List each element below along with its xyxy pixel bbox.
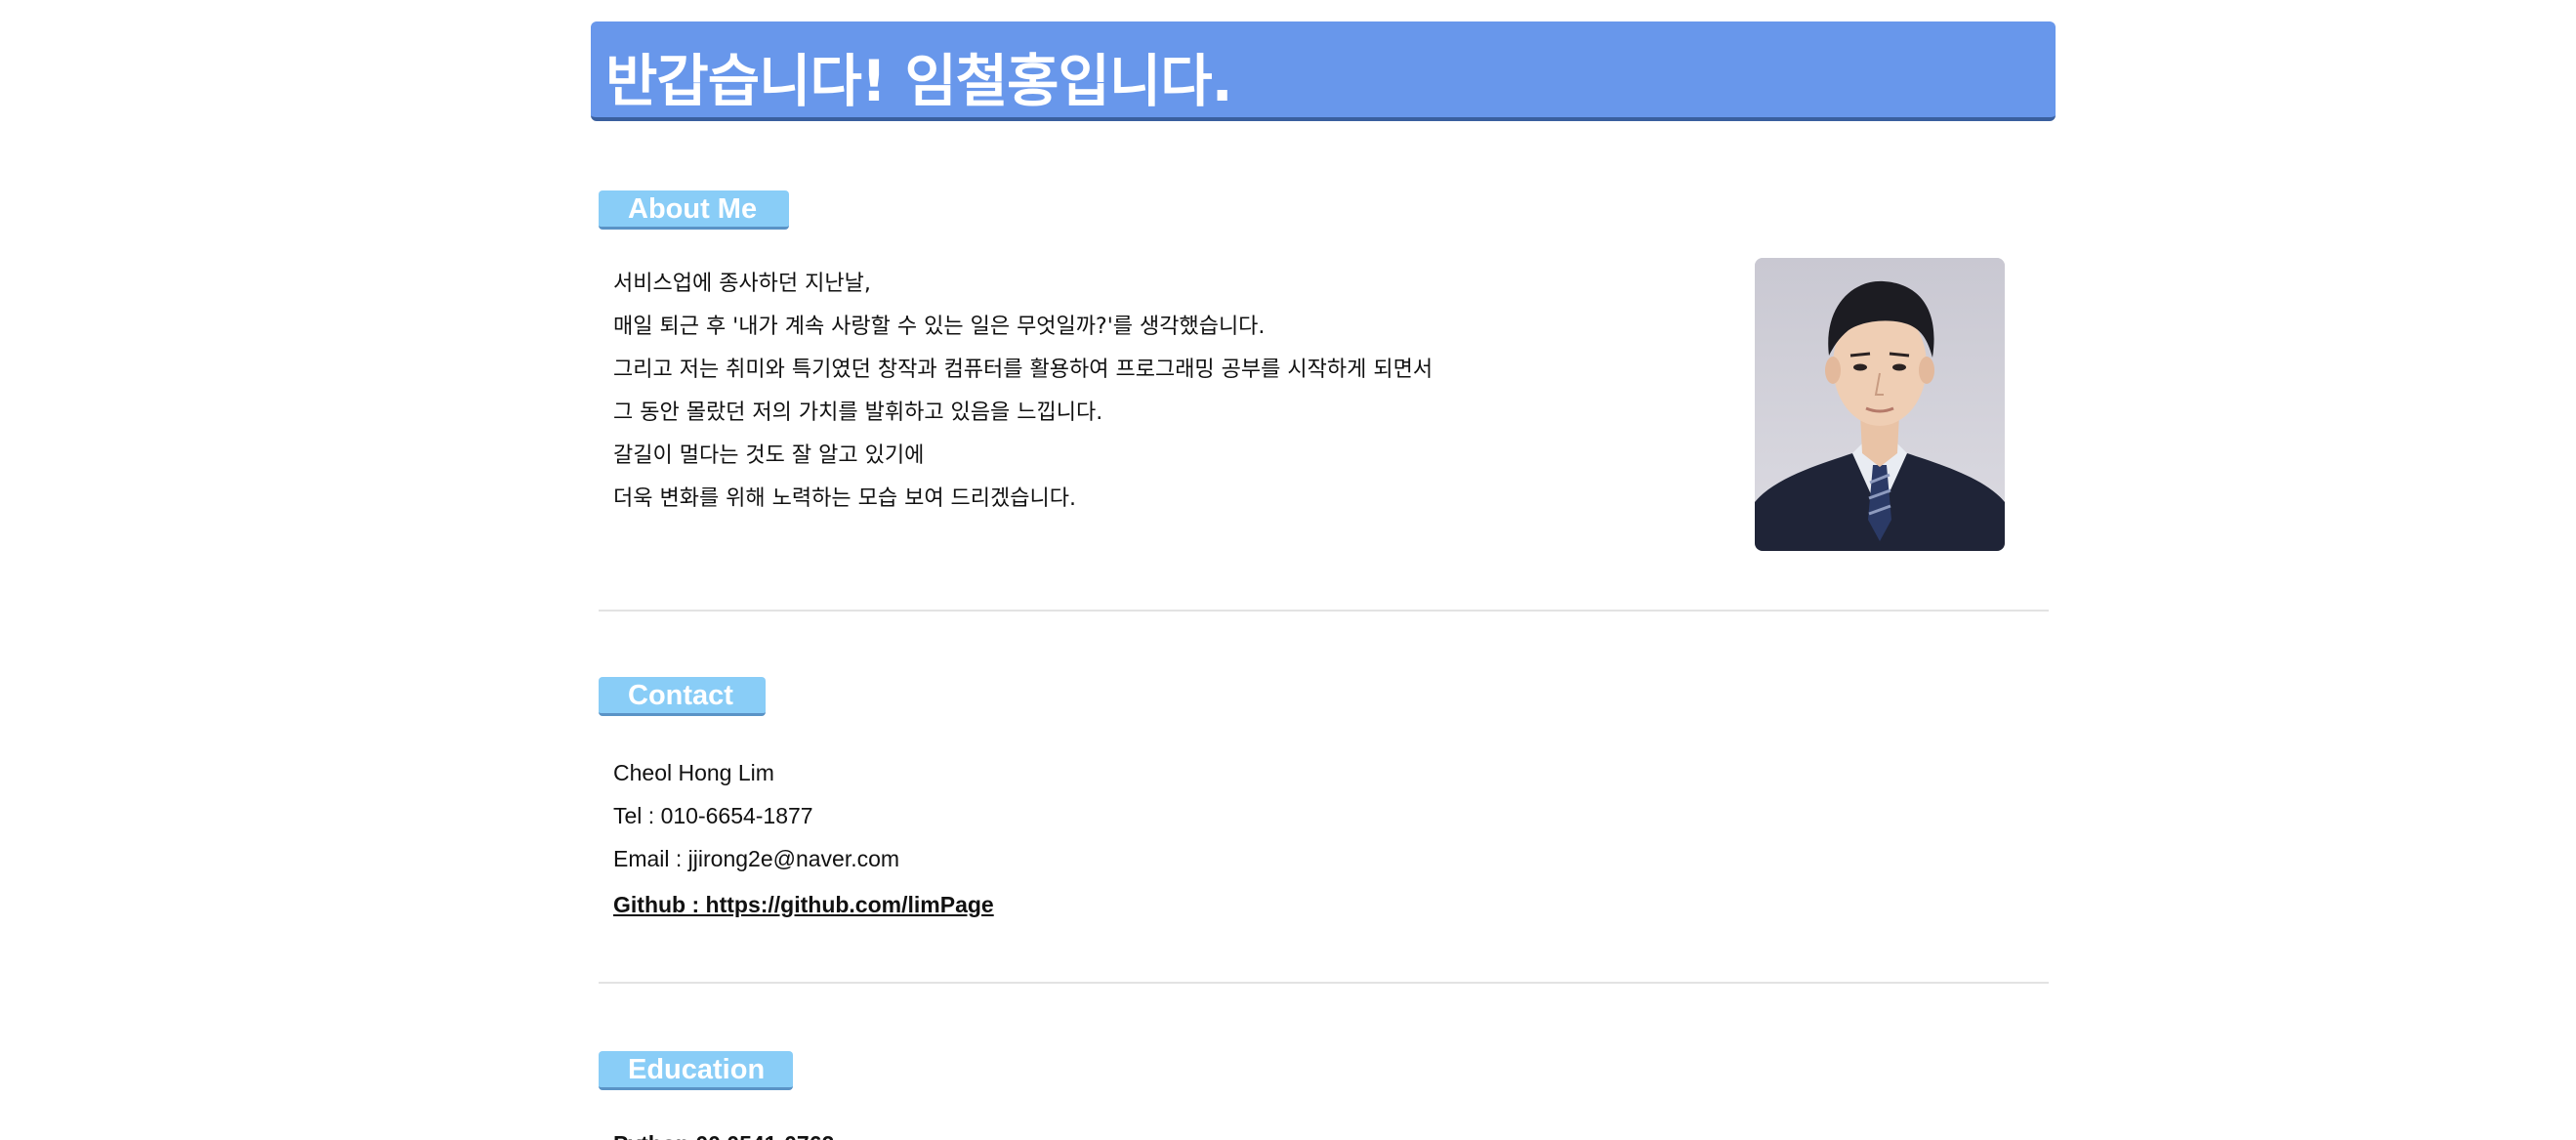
contact-info: Cheol Hong Lim Tel : 010-6654-1877 Email… — [613, 757, 1785, 918]
education-heading: Education — [599, 1051, 793, 1090]
contact-email: Email : jjirong2e@naver.com — [613, 846, 900, 871]
about-line: 서비스업에 종사하던 지난날, — [613, 272, 871, 296]
about-me-text: 서비스업에 종사하던 지난날, 매일 퇴근 후 '내가 계속 사랑할 수 있는 … — [613, 269, 1736, 527]
about-line: 갈길이 멀다는 것도 잘 알고 있기에 — [613, 443, 925, 468]
contact-tel: Tel : 010-6654-1877 — [613, 803, 813, 828]
about-me-heading: About Me — [599, 190, 789, 230]
education-item: Python 00.0541-0762 — [613, 1131, 834, 1140]
contact-name: Cheol Hong Lim — [613, 760, 774, 785]
resume-page: 반갑습니다! 임철홍입니다. About Me 서비스업에 종사하던 지난날, … — [0, 0, 2576, 1140]
github-link[interactable]: Github : https://github.com/limPage — [613, 892, 994, 918]
profile-photo — [1755, 258, 2005, 551]
about-line: 더욱 변화를 위해 노력하는 모습 보여 드리겠습니다. — [613, 486, 1076, 511]
section-divider — [599, 610, 2049, 612]
about-line: 그리고 저는 취미와 특기였던 창작과 컴퓨터를 활용하여 프로그래밍 공부를 … — [613, 358, 1433, 382]
page-header: 반갑습니다! 임철홍입니다. — [591, 21, 2056, 121]
about-line: 그 동안 몰랐던 저의 가치를 발휘하고 있음을 느낍니다. — [613, 401, 1103, 425]
page-title: 반갑습니다! 임철홍입니다. — [605, 48, 1233, 114]
section-divider — [599, 982, 2049, 984]
contact-heading: Contact — [599, 677, 766, 716]
about-line: 매일 퇴근 후 '내가 계속 사랑할 수 있는 일은 무엇일까?'를 생각했습니… — [613, 315, 1266, 339]
